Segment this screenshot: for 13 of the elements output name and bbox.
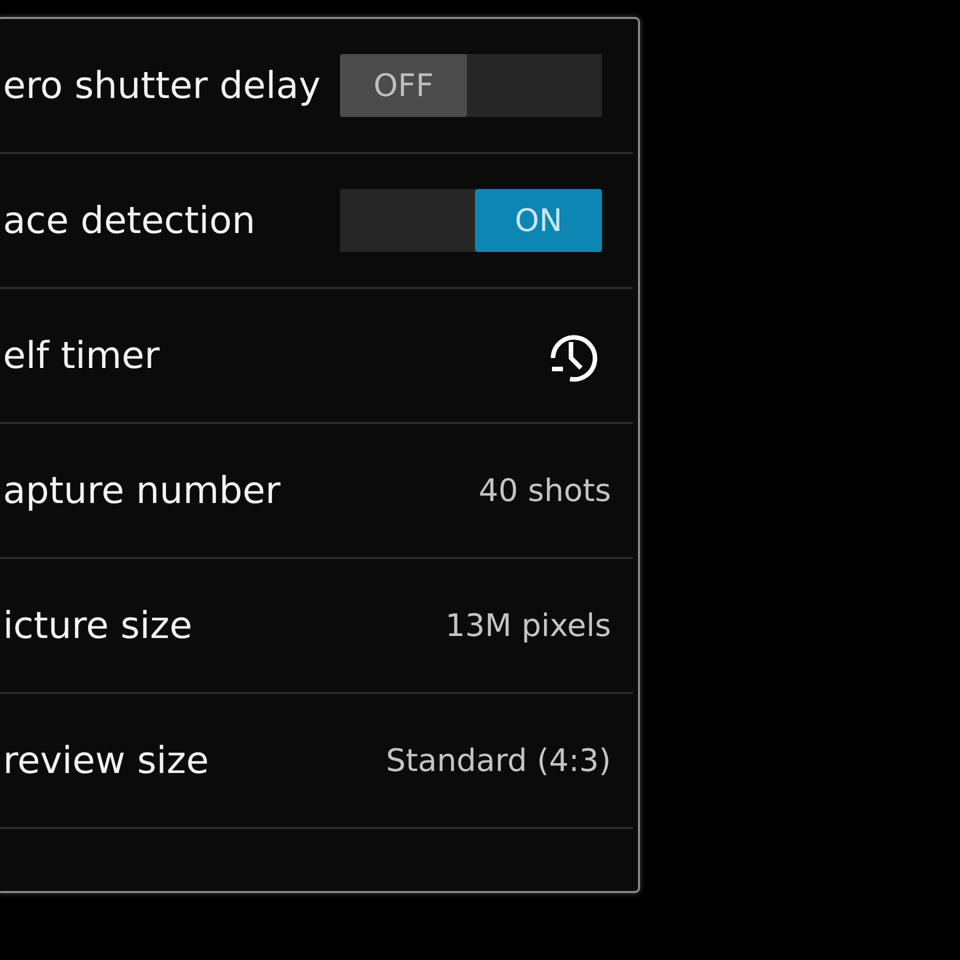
setting-value: 40 shots (478, 472, 611, 508)
toggle-thumb[interactable]: OFF (340, 54, 467, 117)
setting-label: review size (3, 739, 209, 782)
setting-label: elf timer (3, 334, 160, 377)
setting-label: ace detection (3, 199, 256, 242)
toggle-switch[interactable]: OFF (340, 54, 602, 117)
setting-label: ero shutter delay (3, 64, 321, 107)
toggle-thumb[interactable]: ON (475, 189, 602, 252)
setting-label: apture number (3, 469, 280, 512)
toggle-switch[interactable]: ON (340, 189, 602, 252)
setting-label: icture size (3, 604, 192, 647)
setting-value: 13M pixels (445, 608, 611, 644)
setting-value: Standard (4:3) (386, 742, 611, 778)
